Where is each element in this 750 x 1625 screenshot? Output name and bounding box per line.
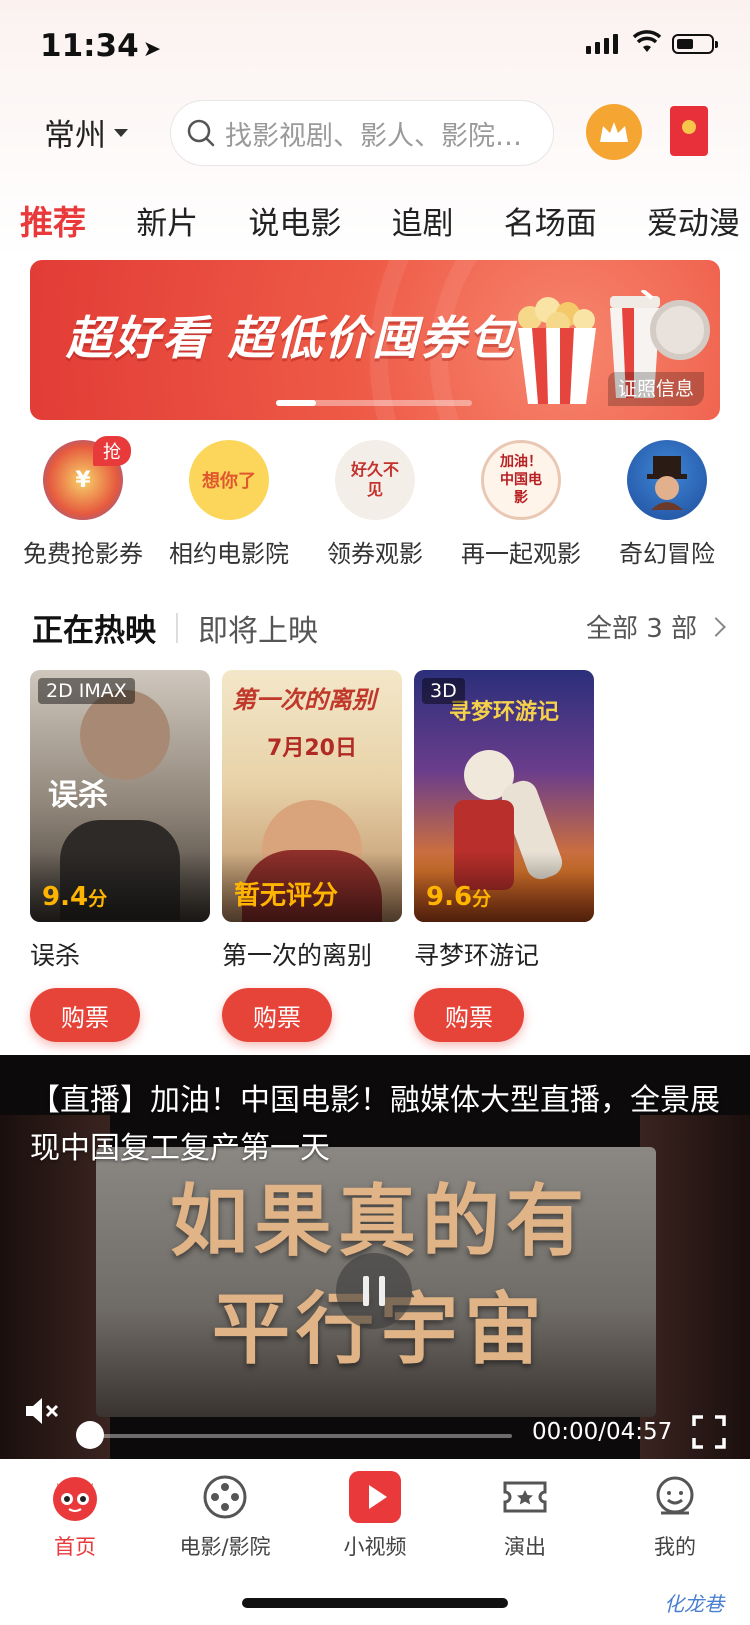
search-placeholder: 找影视剧、影人、影院、...: [225, 120, 545, 152]
poster-title: 误杀: [48, 778, 108, 813]
movie-title: 误杀: [30, 941, 81, 970]
view-all-link[interactable]: 全部 3 部: [586, 608, 726, 645]
movie-title: 寻梦环游记: [414, 941, 540, 970]
movie-score: 暂无评分: [234, 881, 339, 911]
nav-profile[interactable]: 我的: [600, 1469, 750, 1561]
cheer-chinese-film-icon: 加油！中国电影: [481, 440, 561, 520]
vip-crown-button[interactable]: [586, 104, 642, 160]
crown-icon: [600, 122, 628, 142]
long-time-no-see-icon: 好久不见: [335, 440, 415, 520]
cellular-signal-icon: [586, 34, 618, 54]
tab-anime[interactable]: 爱动漫: [647, 198, 740, 243]
movie-poster[interactable]: 第一次的离别 7月20日 暂无评分: [222, 670, 402, 922]
quick-entry-fantasy[interactable]: 奇幻冒险: [594, 440, 740, 569]
buy-ticket-button[interactable]: 购票: [30, 988, 140, 1042]
movie-card[interactable]: 寻梦环游记 3D 9.6分 寻梦环游记 购票: [414, 670, 594, 1042]
tab-new[interactable]: 新片: [136, 198, 198, 243]
city-selector[interactable]: 常州: [44, 110, 128, 155]
format-badge: 2D IMAX: [38, 678, 135, 704]
location-arrow-icon: ➤: [142, 37, 162, 62]
chevron-right-icon: [706, 616, 726, 637]
movie-poster[interactable]: 寻梦环游记 3D 9.6分: [414, 670, 594, 922]
cat-logo-icon: [47, 1469, 103, 1525]
movie-score: 9.6分: [426, 882, 492, 912]
poster-date: 7月20日: [267, 736, 357, 761]
view-all-label: 全部 3 部: [586, 614, 698, 644]
quick-entry-row: 抢 ¥ 免费抢影券 想你了 相约电影院 好久不见 领券观影 加油！中国电影 再一…: [10, 436, 740, 569]
divider: [176, 612, 178, 643]
banner-pagination: [276, 400, 472, 406]
play-icon: [347, 1469, 403, 1525]
nav-label: 小视频: [343, 1535, 407, 1559]
chevron-down-icon: [114, 128, 128, 137]
miss-you-icon: 想你了: [189, 440, 269, 520]
quick-entry-coupon-watch[interactable]: 好久不见 领券观影: [302, 440, 448, 569]
fullscreen-icon[interactable]: [692, 1415, 726, 1449]
nav-shows[interactable]: 演出: [450, 1469, 600, 1561]
status-time-text: 11:34: [40, 28, 139, 64]
nav-home[interactable]: 首页: [0, 1469, 150, 1561]
film-reel-icon: [197, 1469, 253, 1525]
movie-score: 9.4分: [42, 882, 108, 912]
movie-title: 第一次的离别: [222, 941, 373, 970]
ticket-star-icon: [497, 1469, 553, 1525]
pause-button[interactable]: [336, 1253, 412, 1329]
red-packet-button[interactable]: [670, 106, 708, 156]
video-time: 00:00/04:57: [532, 1419, 673, 1445]
mute-icon[interactable]: [22, 1391, 62, 1431]
tab-talk-movie[interactable]: 说电影: [248, 198, 341, 243]
ticket-coupon-icon: 抢 ¥: [43, 436, 131, 520]
quick-entry-label: 免费抢影券: [23, 540, 143, 568]
format-badge: 3D: [422, 678, 465, 704]
nav-short-video[interactable]: 小视频: [300, 1469, 450, 1561]
status-time: 11:34 ➤: [40, 28, 161, 64]
quick-entry-label: 领券观影: [327, 540, 423, 568]
quick-entry-meet-cinema[interactable]: 想你了 相约电影院: [156, 440, 302, 569]
nav-label: 演出: [504, 1535, 546, 1559]
smile-face-icon: [647, 1469, 703, 1525]
tab-recommend[interactable]: 推荐: [20, 196, 86, 244]
category-tabs: 推荐 新片 说电影 追剧 名场面 爱动漫: [20, 196, 740, 244]
video-progress-handle[interactable]: [76, 1421, 104, 1449]
quick-entry-free-ticket[interactable]: 抢 ¥ 免费抢影券: [10, 436, 156, 569]
nav-label: 我的: [654, 1535, 696, 1559]
battery-icon: [672, 34, 718, 54]
buy-ticket-button[interactable]: 购票: [414, 988, 524, 1042]
quick-entry-label: 再一起观影: [461, 540, 581, 568]
quick-entry-label: 奇幻冒险: [619, 540, 715, 568]
quick-entry-label: 相约电影院: [169, 540, 289, 568]
license-info-link[interactable]: 证照信息: [608, 372, 705, 406]
film-reel-icon: [650, 300, 710, 360]
quick-entry-watch-together[interactable]: 加油！中国电影 再一起观影: [448, 440, 594, 569]
movie-poster[interactable]: 误杀 2D IMAX 9.4分: [30, 670, 210, 922]
video-title: 【直播】加油！中国电影！融媒体大型直播，全景展现中国复工复产第一天: [30, 1083, 720, 1166]
grab-badge: 抢: [93, 436, 131, 466]
movie-card[interactable]: 误杀 2D IMAX 9.4分 误杀 购票: [30, 670, 210, 1042]
nav-label: 首页: [54, 1535, 96, 1559]
nav-label: 电影/影院: [179, 1535, 271, 1559]
search-icon: [187, 119, 215, 147]
home-indicator[interactable]: [242, 1598, 508, 1608]
banner-title: 超好看 超低价囤券包: [66, 311, 517, 365]
buy-ticket-button[interactable]: 购票: [222, 988, 332, 1042]
promo-banner[interactable]: 超好看 超低价囤券包 证照信息: [30, 260, 720, 420]
popcorn-icon: [518, 297, 596, 404]
search-input[interactable]: 找影视剧、影人、影院、...: [170, 100, 554, 166]
movie-section-tabs: 正在热映 即将上映: [32, 605, 318, 650]
tab-coming-soon[interactable]: 即将上映: [198, 606, 318, 650]
poster-title: 第一次的离别: [232, 686, 376, 714]
tab-famous-scenes[interactable]: 名场面: [504, 198, 597, 243]
nav-movies-cinemas[interactable]: 电影/影院: [150, 1469, 300, 1561]
wifi-icon: [632, 30, 662, 58]
tab-series[interactable]: 追剧: [392, 198, 454, 243]
watermark-text: 化龙巷: [664, 1592, 724, 1616]
tab-now-playing[interactable]: 正在热映: [32, 605, 156, 650]
city-label: 常州: [44, 118, 106, 154]
fantasy-character-icon: [627, 440, 707, 520]
video-progress-track[interactable]: [88, 1434, 512, 1438]
movie-card[interactable]: 第一次的离别 7月20日 暂无评分 第一次的离别 购票: [222, 670, 402, 1042]
video-player[interactable]: 如果真的有 平行宇宙 【直播】加油！中国电影！融媒体大型直播，全景展现中国复工复…: [0, 1055, 750, 1459]
